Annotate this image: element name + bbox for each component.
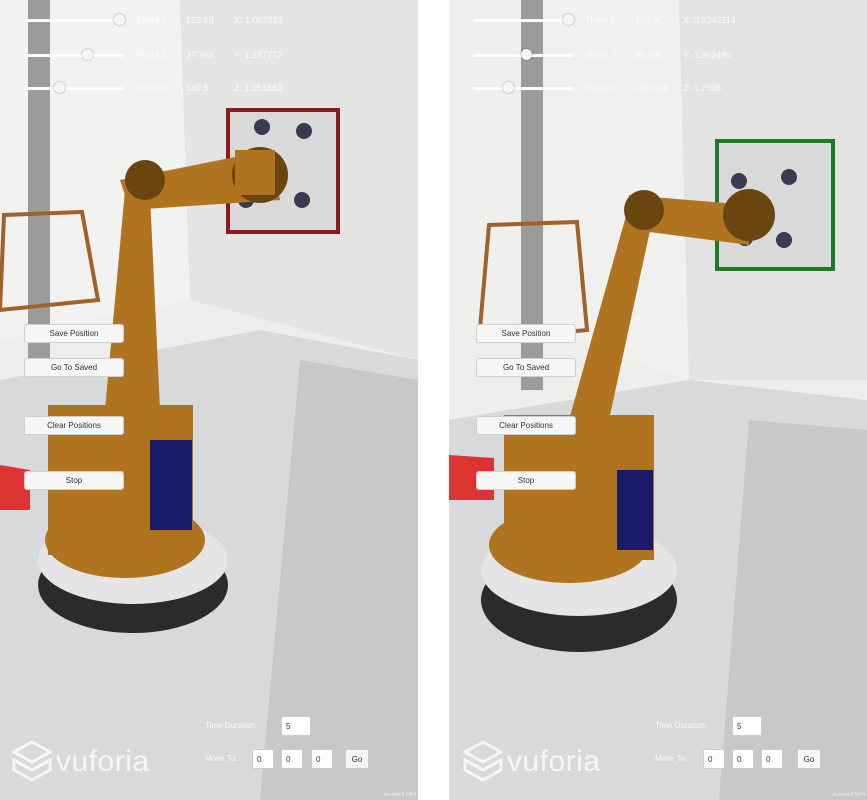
theta-1-label: Theta 1 <box>585 15 616 25</box>
theta-2-slider[interactable] <box>24 47 124 63</box>
move-to-x-input[interactable]: 0 <box>703 749 725 769</box>
ar-view-left: Theta 1 163.68 X: 1.082883 Theta 2 37.76… <box>0 0 418 800</box>
theta-3-slider[interactable] <box>473 80 573 96</box>
vuforia-wordmark: vuforia <box>507 745 601 778</box>
move-to-x-input[interactable]: 0 <box>252 749 274 769</box>
theta-3-label: Theta 3 <box>136 83 167 93</box>
ar-view-right: Theta 1 169.96 X: 0.8342114 Theta 2 84.7… <box>449 0 867 800</box>
theta-1-label: Theta 1 <box>136 15 167 25</box>
theta-2-slider[interactable] <box>473 47 573 63</box>
theta-3-slider[interactable] <box>24 80 124 96</box>
theta-1-value: 169.96 <box>635 15 663 25</box>
move-to-y-input[interactable]: 0 <box>732 749 754 769</box>
theta-1-row: Theta 1 163.68 X: 1.082883 <box>24 10 304 30</box>
save-position-button[interactable]: Save Position <box>24 324 124 343</box>
time-duration-label: Time Duration: <box>205 721 258 730</box>
vuforia-logo: vuforia <box>463 740 601 784</box>
y-position: Y: 1.287772 <box>234 50 283 60</box>
theta-2-row: Theta 2 37.768 Y: 1.287772 <box>24 45 304 65</box>
go-button[interactable]: Go <box>345 749 369 769</box>
theta-1-slider[interactable] <box>473 12 574 28</box>
stop-button[interactable]: Stop <box>476 471 576 490</box>
theta-3-value: 140.5 <box>186 83 209 93</box>
z-position: Z: 1.7598 <box>683 83 722 93</box>
clear-positions-button[interactable]: Clear Positions <box>24 416 124 435</box>
theta-3-value: 116.144 <box>635 83 667 93</box>
go-button[interactable]: Go <box>797 749 821 769</box>
time-duration-input[interactable]: 5 <box>281 716 311 736</box>
camera-scene <box>449 0 867 800</box>
time-duration-input[interactable]: 5 <box>732 716 762 736</box>
z-position: Z: 1.251663 <box>234 83 283 93</box>
theta-2-label: Theta 2 <box>585 50 616 60</box>
go-to-saved-button[interactable]: Go To Saved <box>24 358 124 377</box>
time-duration-label: Time Duration: <box>655 721 708 730</box>
camera-scene <box>0 0 418 800</box>
move-to-z-input[interactable]: 0 <box>761 749 783 769</box>
theta-2-row: Theta 2 84.786 Y: 1.302489 <box>473 45 753 65</box>
move-to-y-input[interactable]: 0 <box>281 749 303 769</box>
theta-3-row: Theta 3 140.5 Z: 1.251663 <box>24 78 304 98</box>
go-to-saved-button[interactable]: Go To Saved <box>476 358 576 377</box>
watermark: Accepted MP4 <box>383 792 416 798</box>
theta-2-value: 84.786 <box>635 50 663 60</box>
move-to-label: Move To: <box>205 754 238 763</box>
theta-2-label: Theta 2 <box>136 50 167 60</box>
y-position: Y: 1.302489 <box>683 50 732 60</box>
x-position: X: 1.082883 <box>234 15 283 25</box>
theta-1-row: Theta 1 169.96 X: 0.8342114 <box>473 10 753 30</box>
theta-3-label: Theta 3 <box>585 83 616 93</box>
theta-1-value: 163.68 <box>186 15 214 25</box>
theta-2-value: 37.768 <box>186 50 214 60</box>
vuforia-cube-icon <box>463 740 503 782</box>
move-to-z-input[interactable]: 0 <box>311 749 333 769</box>
clear-positions-button[interactable]: Clear Positions <box>476 416 576 435</box>
save-position-button[interactable]: Save Position <box>476 324 576 343</box>
x-position: X: 0.8342114 <box>683 15 736 25</box>
vuforia-wordmark: vuforia <box>56 745 150 778</box>
theta-3-row: Theta 3 116.144 Z: 1.7598 <box>473 78 753 98</box>
vuforia-logo: vuforia <box>12 740 150 784</box>
theta-1-slider[interactable] <box>24 12 125 28</box>
vuforia-cube-icon <box>12 740 52 782</box>
move-to-label: Move To: <box>655 754 688 763</box>
watermark: Accepted MP4 <box>832 792 865 798</box>
stop-button[interactable]: Stop <box>24 471 124 490</box>
